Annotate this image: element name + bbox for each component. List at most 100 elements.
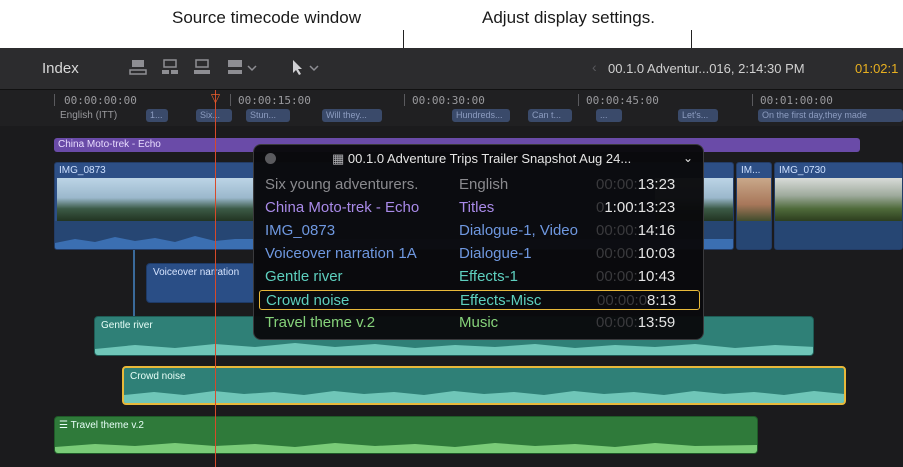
callout-display-settings: Adjust display settings. bbox=[482, 8, 655, 27]
source-timecode-window: ▦ 00.1.0 Adventure Trips Trailer Snapsho… bbox=[253, 144, 704, 340]
video-clip-label: IM... bbox=[741, 165, 761, 176]
source-timecode-row[interactable]: Travel theme v.2 Music 00:00:13:59 bbox=[259, 313, 700, 333]
timeline-ruler[interactable]: 00:00:00:00 00:00:15:00 00:00:30:00 00:0… bbox=[0, 90, 903, 126]
ruler-tick bbox=[752, 94, 753, 106]
video-clip-img-0730[interactable]: IMG_0730 bbox=[774, 162, 903, 250]
source-timecode-header: ▦ 00.1.0 Adventure Trips Trailer Snapsho… bbox=[254, 145, 703, 171]
video-thumbnail bbox=[737, 178, 771, 222]
callout-source-timecode: Source timecode window bbox=[172, 8, 361, 27]
row-timecode-value: 1:00:13:23 bbox=[604, 199, 676, 216]
music-role-icon: ☰ bbox=[59, 420, 71, 431]
row-timecode-dim: 00:00: bbox=[596, 245, 638, 262]
row-timecode-dim: 00:00: bbox=[596, 268, 638, 285]
display-settings-chevron-icon[interactable]: ⌄ bbox=[683, 151, 693, 165]
source-timecode-row[interactable]: Crowd noise Effects-Misc 00:00:08:13 bbox=[259, 290, 700, 310]
ruler-mark: 00:00:30:00 bbox=[412, 94, 485, 107]
insert-clip-icon[interactable] bbox=[160, 58, 180, 78]
row-timecode-dim: 00:00: bbox=[596, 176, 638, 193]
row-timecode-value: 14:16 bbox=[637, 222, 676, 239]
row-role: Effects-Misc bbox=[460, 292, 542, 309]
row-timecode: 00:00:14:16 bbox=[596, 221, 675, 240]
timeline-app: Index ‹ 00.1.0 Adventur...016, 2:14:30 P… bbox=[0, 48, 903, 467]
row-role: Music bbox=[459, 314, 499, 331]
voiceover-clip-label: Voiceover narration bbox=[153, 267, 240, 278]
ruler-tick bbox=[578, 94, 579, 106]
source-timecode-title: ▦ 00.1.0 Adventure Trips Trailer Snapsho… bbox=[332, 151, 632, 166]
video-clip-audio bbox=[775, 221, 902, 249]
select-tool-menu-icon[interactable] bbox=[288, 58, 322, 78]
video-thumbnail bbox=[123, 178, 189, 222]
caption-clip[interactable]: Six... bbox=[196, 109, 232, 122]
row-role: Dialogue-1 bbox=[459, 245, 532, 262]
caption-clip[interactable]: Can t... bbox=[528, 109, 572, 122]
row-timecode: 00:00:10:03 bbox=[596, 244, 675, 263]
source-timecode-row[interactable]: Gentle river Effects-1 00:00:10:43 bbox=[259, 267, 700, 287]
video-thumbnail bbox=[775, 178, 902, 222]
travel-theme-clip[interactable]: ☰ Travel theme v.2 bbox=[54, 416, 758, 454]
row-timecode-value: 8:13 bbox=[647, 292, 677, 309]
video-thumbnail bbox=[189, 178, 255, 222]
crowd-noise-clip[interactable]: Crowd noise bbox=[122, 366, 846, 405]
row-timecode: 00:00:08:13 bbox=[597, 291, 676, 310]
source-timecode-row[interactable]: China Moto-trek - Echo Titles 01:00:13:23 bbox=[259, 198, 700, 218]
caption-lane-label: English (ITT) bbox=[60, 110, 118, 121]
video-clip-im[interactable]: IM... bbox=[736, 162, 772, 250]
gentle-river-clip-label: Gentle river bbox=[101, 320, 153, 331]
row-timecode-value: 13:23 bbox=[637, 176, 676, 193]
history-back-icon[interactable]: ‹ bbox=[592, 59, 597, 75]
caption-clip[interactable]: ... bbox=[596, 109, 622, 122]
row-timecode: 00:00:13:59 bbox=[596, 313, 675, 332]
close-window-button[interactable] bbox=[265, 153, 276, 164]
caption-clip[interactable]: Hundreds... bbox=[452, 109, 510, 122]
row-timecode: 00:00:10:43 bbox=[596, 267, 675, 286]
source-timecode-row[interactable]: IMG_0873 Dialogue-1, Video 00:00:14:16 bbox=[259, 221, 700, 241]
toolbar-timecode: 01:02:1 bbox=[855, 61, 899, 76]
video-clip-label: IMG_0730 bbox=[779, 165, 826, 176]
row-timecode: 00:00:13:23 bbox=[596, 175, 675, 194]
playhead-line[interactable] bbox=[215, 138, 216, 467]
voiceover-clip[interactable]: Voiceover narration bbox=[146, 263, 256, 303]
caption-clip[interactable]: On the first day,they made bbox=[758, 109, 903, 122]
project-name: 00.1.0 Adventur...016, 2:14:30 PM bbox=[608, 61, 805, 76]
ruler-tick bbox=[54, 94, 55, 106]
row-timecode: 01:00:13:23 bbox=[596, 198, 675, 217]
row-role: Titles bbox=[459, 199, 495, 216]
row-timecode-value: 10:43 bbox=[637, 268, 676, 285]
row-clip-name: China Moto-trek - Echo bbox=[265, 199, 420, 216]
crowd-noise-clip-label: Crowd noise bbox=[130, 371, 186, 382]
row-role: Dialogue-1, Video bbox=[459, 222, 578, 239]
row-timecode-dim: 00:00:0 bbox=[597, 292, 648, 309]
caption-clip[interactable]: 1... bbox=[146, 109, 168, 122]
row-clip-name: Voiceover narration 1A bbox=[265, 245, 417, 262]
row-clip-name: Crowd noise bbox=[266, 292, 350, 309]
row-clip-name: IMG_0873 bbox=[265, 222, 336, 239]
caption-clip[interactable]: Stun... bbox=[246, 109, 290, 122]
video-clip-label: IMG_0873 bbox=[59, 165, 106, 176]
ruler-mark: 00:00:45:00 bbox=[586, 94, 659, 107]
film-icon: ▦ bbox=[332, 151, 348, 166]
row-timecode-value: 10:03 bbox=[637, 245, 676, 262]
playhead-handle-icon[interactable]: ▽ bbox=[209, 92, 222, 105]
ruler-tick bbox=[404, 94, 405, 106]
source-timecode-row[interactable]: Voiceover narration 1A Dialogue-1 00:00:10… bbox=[259, 244, 700, 264]
row-timecode-dim: 00:00: bbox=[596, 222, 638, 239]
row-timecode-dim: 00:00: bbox=[596, 314, 638, 331]
caption-clip[interactable]: Let's... bbox=[678, 109, 718, 122]
connect-clip-icon[interactable] bbox=[128, 58, 148, 78]
ruler-mark: 00:00:00:00 bbox=[64, 94, 137, 107]
row-clip-name: Travel theme v.2 bbox=[265, 314, 376, 331]
overwrite-clip-menu-icon[interactable] bbox=[226, 58, 260, 78]
video-thumbnail bbox=[57, 178, 123, 222]
append-clip-icon[interactable] bbox=[192, 58, 212, 78]
row-timecode-value: 13:59 bbox=[637, 314, 676, 331]
ruler-mark: 00:01:00:00 bbox=[760, 94, 833, 107]
video-clip-audio bbox=[737, 221, 771, 249]
source-timecode-row[interactable]: Six young adventurers. English 00:00:13:23 bbox=[259, 175, 700, 195]
index-button[interactable]: Index bbox=[42, 60, 79, 77]
caption-clip[interactable]: Will they... bbox=[322, 109, 382, 122]
row-role: Effects-1 bbox=[459, 268, 518, 285]
travel-theme-clip-label: ☰ Travel theme v.2 bbox=[59, 420, 144, 431]
row-clip-name: Six young adventurers. bbox=[265, 176, 419, 193]
ruler-tick bbox=[230, 94, 231, 106]
row-role: English bbox=[459, 176, 509, 193]
